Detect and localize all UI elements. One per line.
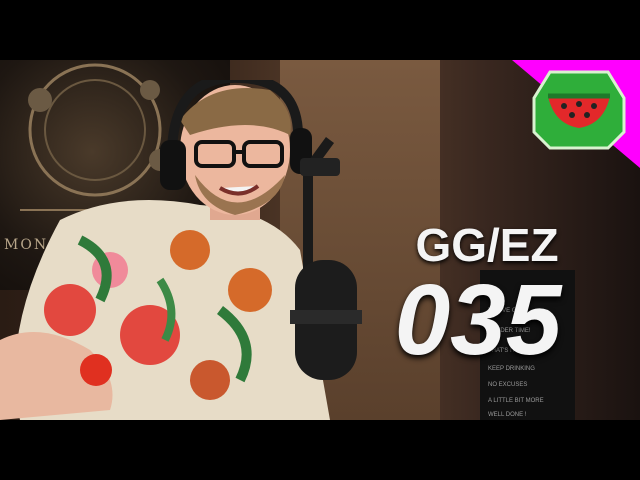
watermelon-icon (532, 70, 626, 150)
channel-logo (512, 60, 640, 168)
shelf-line: NO EXCUSES (488, 382, 528, 388)
letterbox-bottom (0, 420, 640, 480)
shelf-line: WELL DONE ! (488, 412, 527, 418)
host-figure (0, 80, 362, 420)
shelf-line: A LITTLE BIT MORE (488, 398, 544, 404)
letterbox-top (0, 0, 640, 60)
episode-number: 035 (394, 264, 562, 376)
